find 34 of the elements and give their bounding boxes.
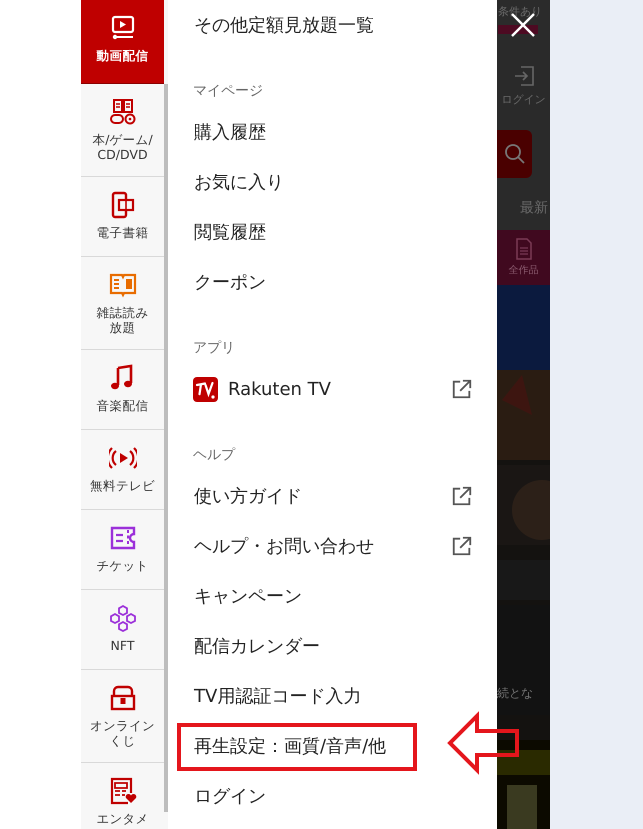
- book-gamepad-disc-icon: [108, 98, 136, 126]
- menu-link[interactable]: クーポン: [194, 270, 266, 294]
- menu-link[interactable]: 配信カレンダー: [194, 634, 320, 658]
- section-heading: アプリ: [193, 340, 235, 356]
- menu-link[interactable]: TV用認証コード入力: [194, 684, 362, 708]
- document-icon: [514, 238, 532, 260]
- scrollbar[interactable]: [164, 84, 168, 812]
- background-text: ログイン: [502, 92, 546, 107]
- background-text: 条件あり: [498, 4, 542, 19]
- background-text: 最新: [520, 198, 548, 216]
- background-text: 全作品: [508, 264, 538, 277]
- section-heading: ヘルプ: [193, 447, 235, 463]
- left-arrow-icon: [447, 712, 519, 774]
- section-heading: マイページ: [193, 83, 263, 99]
- menu-link[interactable]: 閲覧履歴: [194, 220, 266, 244]
- newspaper-heart-icon: [108, 777, 136, 805]
- treasure-chest-icon: [108, 684, 136, 712]
- menu-link[interactable]: その他定額見放題一覧: [194, 13, 374, 37]
- ticket-icon: [108, 524, 136, 552]
- menu-link[interactable]: お気に入り: [194, 170, 284, 194]
- menu-link[interactable]: 使い方ガイド: [194, 484, 302, 508]
- menu-link[interactable]: キャンペーン: [194, 584, 302, 608]
- menu-link[interactable]: ログイン: [194, 784, 266, 808]
- menu-link[interactable]: 購入履歴: [194, 120, 266, 144]
- search-icon: [502, 142, 526, 166]
- menu-link[interactable]: 再生設定：画質/音声/他: [194, 734, 386, 758]
- app-link[interactable]: Rakuten TV: [228, 378, 331, 400]
- broadcast-play-icon: [108, 444, 136, 472]
- menu-link[interactable]: ヘルプ・お問い合わせ: [194, 534, 374, 558]
- background-text: 続とな: [497, 686, 533, 700]
- cubes-network-icon: [108, 604, 136, 632]
- open-book-icon: [108, 271, 136, 299]
- app-icon: [193, 376, 218, 402]
- sidebar-item[interactable]: 動画配信: [81, 0, 164, 84]
